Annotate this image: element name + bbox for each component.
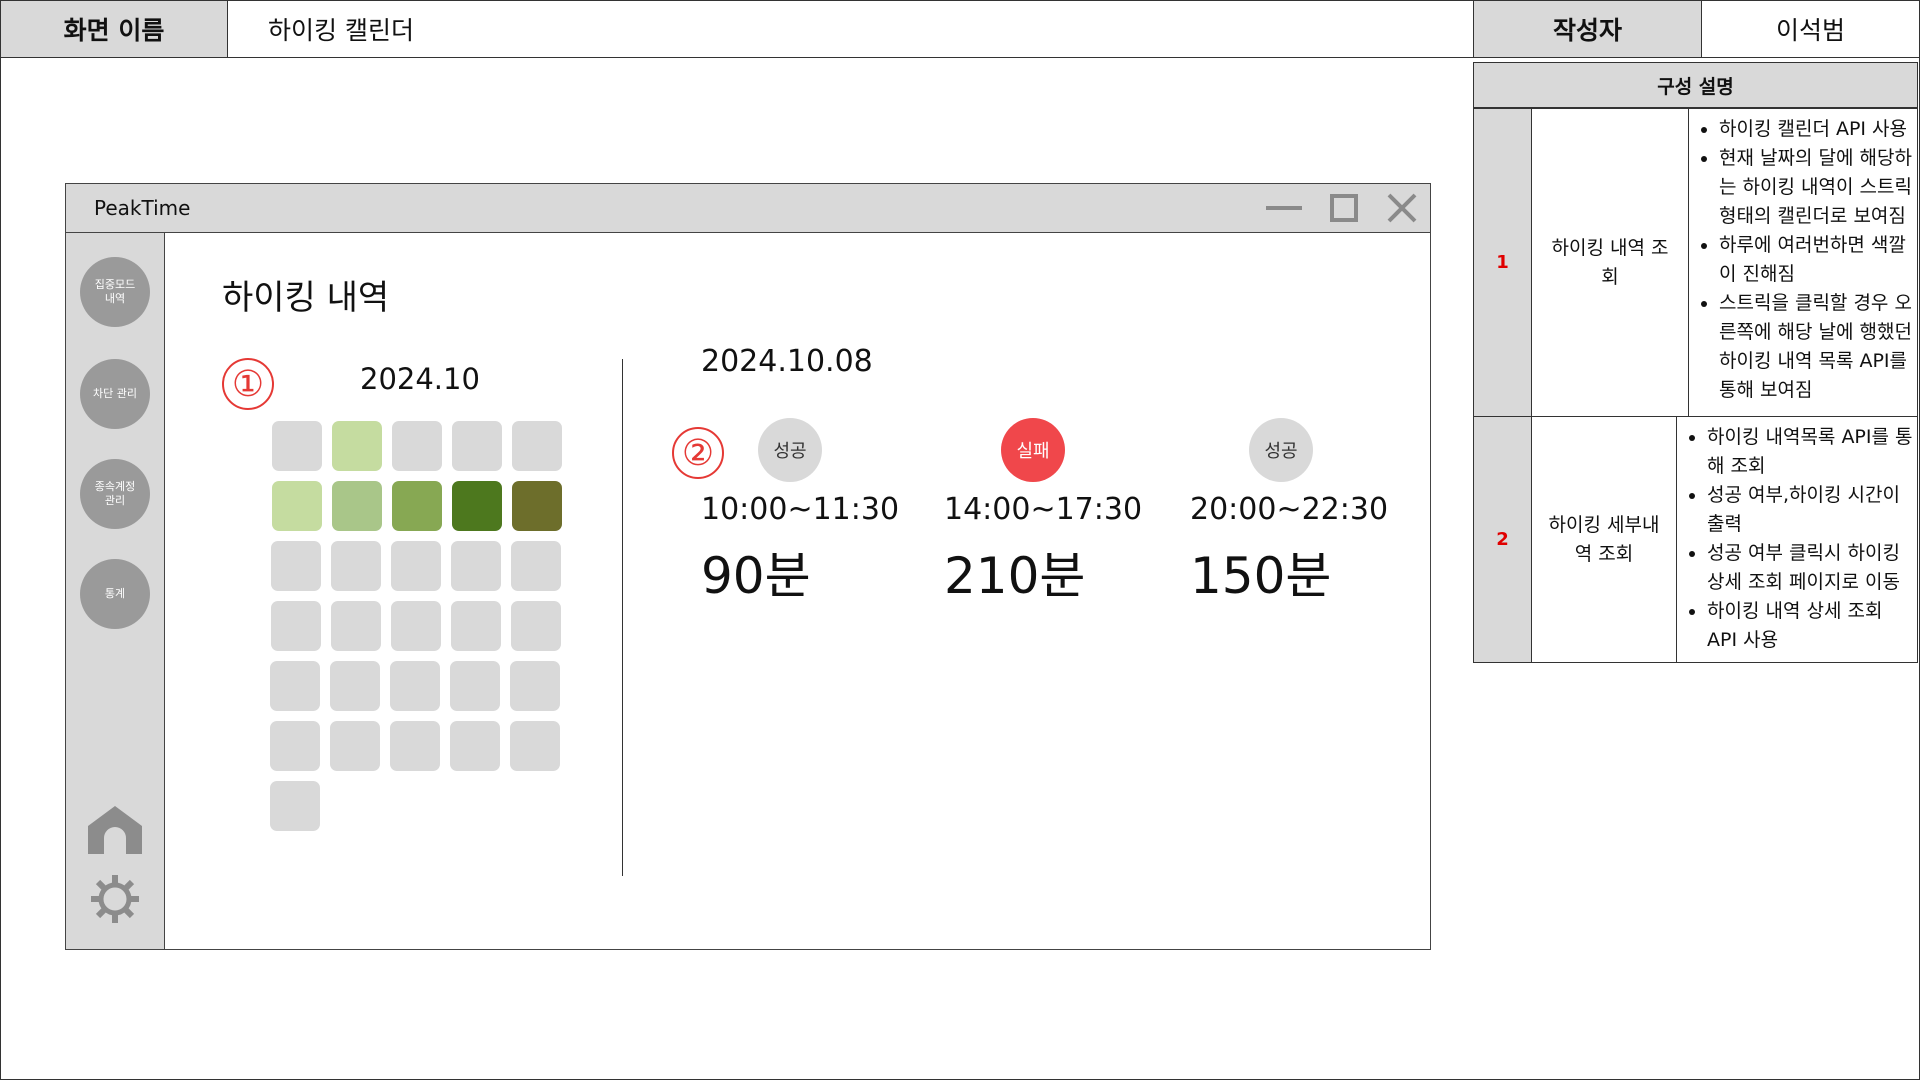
sidebar: 집중모드 내역 차단 관리 종속계정 관리 통계	[66, 233, 165, 949]
calendar-day-cell[interactable]	[390, 721, 440, 771]
session-duration: 150분	[1190, 547, 1332, 605]
calendar-day-cell[interactable]	[511, 541, 562, 591]
page-title: 하이킹 내역	[222, 278, 390, 318]
marker-1: ①	[222, 358, 274, 410]
selected-date: 2024.10.08	[701, 344, 873, 379]
calendar-day-cell[interactable]	[271, 481, 322, 531]
row-number: 1	[1474, 109, 1532, 416]
session-duration: 90분	[701, 547, 811, 605]
description-row-2: 2 하이킹 세부내역 조회 하이킹 내역목록 API를 통해 조회 성공 여부,…	[1473, 416, 1918, 663]
calendar-day-cell[interactable]	[510, 601, 561, 651]
calendar-day-cell[interactable]	[450, 601, 501, 651]
list-item: 하루에 여러번하면 색깔이 진해짐	[1719, 231, 1913, 289]
maximize-icon[interactable]	[1326, 192, 1362, 224]
close-icon[interactable]	[1384, 192, 1420, 224]
nav-sub-account-button[interactable]: 종속계정 관리	[80, 459, 150, 529]
calendar-day-cell[interactable]	[269, 781, 320, 831]
calendar-day-cell[interactable]	[331, 481, 382, 531]
list-item: 성공 여부,하이킹 시간이 출력	[1707, 481, 1913, 539]
description-title: 구성 설명	[1473, 62, 1918, 108]
calendar-day-cell[interactable]	[511, 481, 562, 531]
marker-2: ②	[672, 427, 724, 479]
list-item: 하이킹 내역목록 API를 통해 조회	[1707, 423, 1913, 481]
screen-name-value: 하이킹 캘린더	[227, 0, 1474, 58]
divider	[622, 359, 623, 876]
calendar-day-cell[interactable]	[452, 421, 502, 471]
calendar-month: 2024.10	[360, 362, 480, 396]
calendar-day-cell[interactable]	[510, 721, 560, 771]
calendar-day-cell[interactable]	[391, 481, 442, 531]
session-time: 10:00~11:30	[701, 492, 900, 527]
calendar-day-cell[interactable]	[390, 601, 441, 651]
home-icon[interactable]	[86, 801, 144, 859]
description-row-1: 1 하이킹 내역 조회 하이킹 캘린더 API 사용 현재 날짜의 달에 해당하…	[1473, 108, 1918, 417]
list-item: 성공 여부 클릭시 하이킹 상세 조회 페이지로 이동	[1707, 539, 1913, 597]
calendar-day-cell[interactable]	[510, 661, 561, 711]
nav-block-manage-button[interactable]: 차단 관리	[80, 359, 150, 429]
row-name: 하이킹 내역 조회	[1532, 109, 1689, 416]
row-description-list: 하이킹 내역목록 API를 통해 조회 성공 여부,하이킹 시간이 출력 성공 …	[1677, 417, 1917, 662]
nav-statistics-button[interactable]: 통계	[80, 559, 150, 629]
calendar-day-cell[interactable]	[330, 601, 381, 651]
calendar-day-cell[interactable]	[330, 661, 381, 711]
list-item: 스트릭을 클릭할 경우 오른쪽에 해당 날에 행했던 하이킹 내역 목록 API…	[1719, 289, 1913, 405]
app-window: PeakTime 집중모드 내역 차단 관리 종속계정 관리 통계 하이킹 내역…	[65, 183, 1431, 950]
calendar-day-cell[interactable]	[271, 541, 322, 591]
session-time: 14:00~17:30	[944, 492, 1143, 527]
minimize-icon[interactable]	[1266, 192, 1302, 224]
calendar-day-cell[interactable]	[391, 541, 442, 591]
status-badge[interactable]: 성공	[1249, 418, 1313, 482]
calendar-day-cell[interactable]	[392, 421, 442, 471]
gear-icon[interactable]	[86, 870, 144, 928]
author-value: 이석범	[1701, 0, 1920, 58]
calendar-day-cell[interactable]	[450, 661, 501, 711]
calendar-day-cell[interactable]	[272, 421, 322, 471]
calendar-day-cell[interactable]	[270, 601, 321, 651]
row-description-list: 하이킹 캘린더 API 사용 현재 날짜의 달에 해당하는 하이킹 내역이 스트…	[1689, 109, 1917, 416]
list-item: 하이킹 캘린더 API 사용	[1719, 115, 1913, 144]
calendar-day-cell[interactable]	[270, 661, 321, 711]
calendar-day-cell[interactable]	[270, 721, 320, 771]
author-label: 작성자	[1473, 0, 1702, 58]
calendar-day-cell[interactable]	[451, 481, 502, 531]
list-item: 현재 날짜의 달에 해당하는 하이킹 내역이 스트릭 형태의 캘린더로 보여짐	[1719, 144, 1913, 231]
calendar-day-cell[interactable]	[450, 721, 500, 771]
session-time: 20:00~22:30	[1190, 492, 1389, 527]
app-title: PeakTime	[94, 196, 191, 220]
nav-focus-history-button[interactable]: 집중모드 내역	[80, 257, 150, 327]
status-badge[interactable]: 성공	[758, 418, 822, 482]
calendar-day-cell[interactable]	[512, 421, 562, 471]
calendar-day-cell[interactable]	[332, 421, 382, 471]
calendar-day-cell[interactable]	[390, 661, 441, 711]
status-badge[interactable]: 실패	[1001, 418, 1065, 482]
row-name: 하이킹 세부내역 조회	[1532, 417, 1677, 662]
list-item: 하이킹 내역 상세 조회 API 사용	[1707, 597, 1913, 655]
session-duration: 210분	[944, 547, 1086, 605]
calendar-day-cell[interactable]	[330, 721, 380, 771]
screen-name-label: 화면 이름	[0, 0, 228, 58]
calendar-day-cell[interactable]	[451, 541, 502, 591]
title-bar[interactable]: PeakTime	[66, 184, 1430, 233]
calendar-day-cell[interactable]	[331, 541, 382, 591]
row-number: 2	[1474, 417, 1532, 662]
